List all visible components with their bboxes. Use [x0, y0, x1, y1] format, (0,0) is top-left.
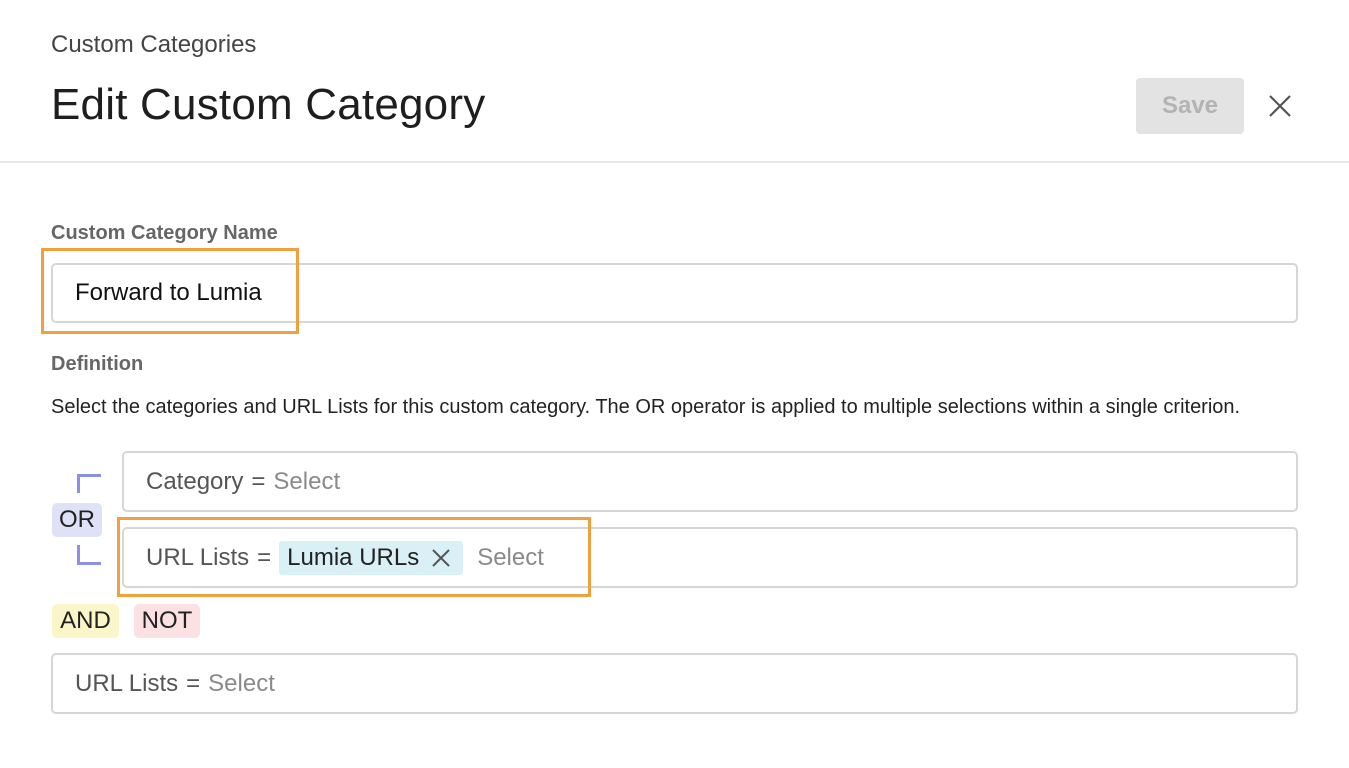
criterion-equals: =: [251, 467, 266, 495]
criterion-equals: =: [257, 543, 272, 571]
or-bracket-bottom: [77, 545, 101, 565]
selected-chip: Lumia URLs: [279, 540, 464, 575]
breadcrumb[interactable]: Custom Categories: [51, 31, 256, 59]
definition-label: Definition: [51, 353, 144, 375]
close-icon: [432, 548, 450, 567]
page-header: Custom Categories Edit Custom Category S…: [0, 0, 1349, 163]
category-criterion[interactable]: Category = Select: [122, 451, 1298, 512]
and-operator-badge[interactable]: AND: [52, 604, 119, 638]
criterion-equals: =: [186, 669, 201, 697]
criterion-key: URL Lists: [75, 669, 179, 697]
url-lists-criterion[interactable]: URL Lists = Lumia URLs Select: [122, 527, 1298, 588]
chip-label: Lumia URLs: [287, 543, 420, 571]
criterion-select-placeholder[interactable]: Select: [477, 544, 544, 572]
category-name-value: Forward to Lumia: [75, 279, 262, 306]
or-operator-badge[interactable]: OR: [52, 503, 102, 537]
close-icon: [1269, 95, 1291, 117]
chip-remove-button[interactable]: [431, 548, 451, 568]
close-button[interactable]: [1262, 88, 1298, 124]
criterion-select-placeholder[interactable]: Select: [273, 468, 340, 496]
criterion-key: URL Lists: [146, 543, 250, 571]
not-operator-badge[interactable]: NOT: [134, 604, 200, 638]
definition-description: Select the categories and URL Lists for …: [51, 396, 1241, 418]
page-title: Edit Custom Category: [51, 80, 486, 129]
name-label: Custom Category Name: [51, 222, 278, 244]
not-url-lists-criterion[interactable]: URL Lists = Select: [51, 653, 1298, 714]
or-bracket-top: [77, 474, 101, 493]
category-name-input[interactable]: Forward to Lumia: [51, 263, 1298, 323]
criterion-key: Category: [146, 467, 244, 495]
criterion-select-placeholder[interactable]: Select: [208, 670, 275, 698]
save-button[interactable]: Save: [1136, 78, 1244, 134]
